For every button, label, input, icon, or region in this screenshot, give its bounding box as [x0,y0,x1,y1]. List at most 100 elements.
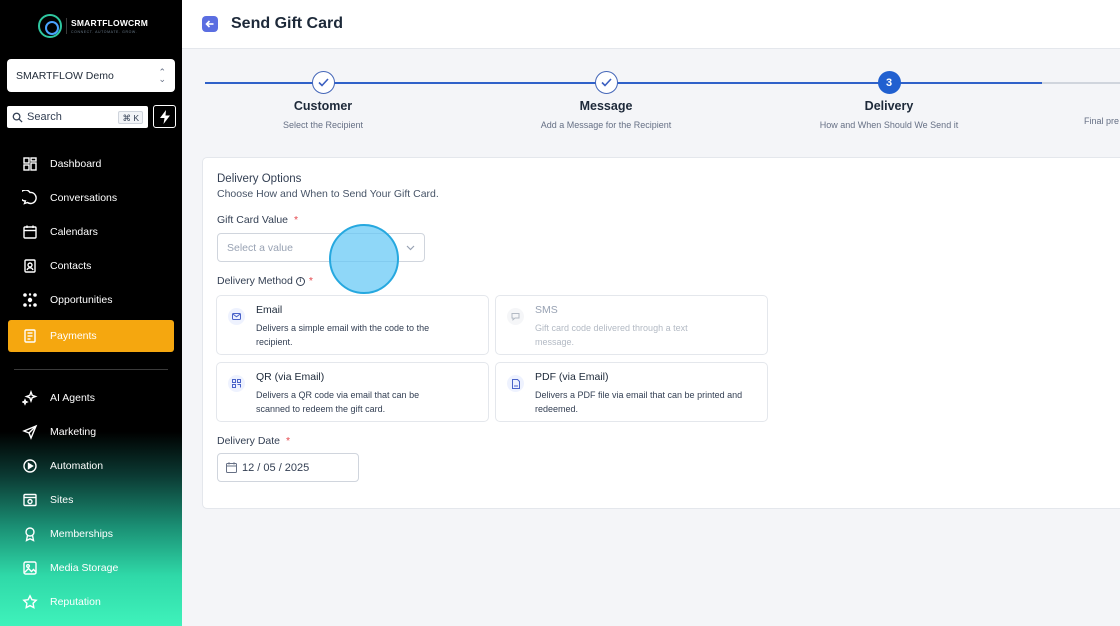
sites-icon [23,493,37,507]
check-icon [594,71,618,94]
pdf-file-icon [507,375,524,392]
click-indicator [329,224,399,294]
account-switcher[interactable]: SMARTFLOW Demo ⌃ ⌄ [7,59,175,92]
contacts-icon [24,259,36,273]
sidebar-item-automation[interactable]: Automation [8,450,174,482]
step-final[interactable]: Final pre [1084,71,1120,126]
sidebar-item-label: Memberships [50,528,114,540]
award-icon [25,527,35,542]
account-name: SMARTFLOW Demo [16,69,114,82]
send-icon [22,424,38,440]
back-button[interactable] [202,16,218,32]
sidebar-item-ai-agents[interactable]: AI Agents [8,382,174,414]
step-subtitle: How and When Should We Send it [819,120,959,130]
step-number: 3 [877,71,901,94]
sidebar-item-label: Contacts [50,260,92,272]
sidebar-item-label: Opportunities [50,294,113,306]
sidebar-item-dashboard[interactable]: Dashboard [8,148,174,180]
star-icon [22,594,38,609]
date-value: 12 / 05 / 2025 [242,461,310,474]
delivery-date-label: Delivery Date * [217,435,291,447]
sidebar-item-media-storage[interactable]: Media Storage [8,552,174,584]
delivery-method-email[interactable]: Email Delivers a simple email with the c… [216,295,489,355]
payments-icon [24,329,36,343]
delivery-method-qr[interactable]: QR (via Email) Delivers a QR code via em… [216,362,489,422]
step-subtitle: Select the Recipient [282,120,364,130]
required-marker: * [286,435,291,447]
delivery-method-label: Delivery Method i * [217,275,313,287]
page-header: Send Gift Card [182,0,1120,49]
delivery-options-card: Delivery Options Choose How and When to … [202,157,1120,509]
qr-code-icon [228,375,245,392]
step-subtitle: Add a Message for the Recipient [540,120,672,130]
sidebar-item-label: Calendars [50,226,98,238]
chevron-down-icon [406,245,415,250]
step-delivery[interactable]: 3 Delivery How and When Should We Send i… [759,71,1019,130]
method-description: Gift card code delivered through a text … [535,323,688,347]
method-description: Delivers a QR code via email that can be… [256,390,420,414]
step-title: Message [579,99,633,113]
method-title: QR (via Email) [256,371,325,383]
sidebar-item-label: Media Storage [50,562,119,574]
dashboard-icon [23,157,37,171]
brand-logo[interactable]: SMARTFLOWCRM CONNECT. AUTOMATE. GROW. [38,14,148,38]
sms-icon [507,308,524,325]
step-title: Delivery [864,99,914,113]
stepper: Customer Select the Recipient Message Ad… [182,50,1120,154]
step-title: Customer [293,99,353,113]
calendar-icon [226,462,237,473]
lightning-icon [159,109,170,124]
brand-tagline: CONNECT. AUTOMATE. GROW. [71,30,138,34]
sidebar-item-label: Marketing [50,426,97,438]
brand-name: SMARTFLOWCRM [71,18,148,28]
logo-mark-icon [38,14,62,38]
search-shortcut: ⌘ K [118,110,143,124]
search-label: Search [27,111,62,123]
info-icon[interactable]: i [295,276,305,286]
sidebar-item-conversations[interactable]: Conversations [8,182,174,214]
sidebar-item-reputation[interactable]: Reputation [8,586,174,618]
sidebar-item-sites[interactable]: Sites [8,484,174,516]
required-marker: * [308,275,313,287]
image-icon [23,561,37,575]
step-message[interactable]: Message Add a Message for the Recipient [476,71,736,130]
chevron-up-down-icon: ⌃ ⌄ [158,66,166,84]
search-input[interactable]: Search ⌘ K [7,106,148,128]
sidebar: SMARTFLOWCRM CONNECT. AUTOMATE. GROW. SM… [0,0,182,626]
step-customer[interactable]: Customer Select the Recipient [193,71,453,130]
automation-icon [23,459,37,473]
delivery-method-sms[interactable]: SMS Gift card code delivered through a t… [495,295,768,355]
chat-bubble-icon [22,190,37,205]
arrow-left-icon [205,20,214,28]
sidebar-item-label: AI Agents [50,392,95,404]
section-title: Delivery Options [217,173,302,185]
sidebar-item-opportunities[interactable]: Opportunities [8,284,174,316]
sidebar-item-label: Payments [50,330,97,342]
sidebar-item-memberships[interactable]: Memberships [8,518,174,550]
select-placeholder: Select a value [227,241,293,254]
opportunities-icon [23,293,37,307]
method-description: Delivers a PDF file via email that can b… [535,390,743,414]
delivery-date-input[interactable]: 12 / 05 / 2025 [217,453,359,482]
sidebar-item-contacts[interactable]: Contacts [8,250,174,282]
sidebar-item-label: Reputation [50,596,101,608]
mail-icon [228,308,245,325]
sidebar-item-label: Automation [50,460,104,472]
method-title: Email [256,304,283,316]
page-title: Send Gift Card [231,15,344,32]
sidebar-item-calendars[interactable]: Calendars [8,216,174,248]
sidebar-item-label: Dashboard [50,158,102,170]
sidebar-divider [14,369,168,370]
required-marker: * [294,214,299,226]
sidebar-item-marketing[interactable]: Marketing [8,416,174,448]
gift-card-value-label: Gift Card Value * [217,214,299,226]
step-subtitle: Final pre [1084,116,1120,126]
delivery-method-pdf[interactable]: PDF (via Email) Delivers a PDF file via … [495,362,768,422]
quick-actions-button[interactable] [153,105,176,128]
sidebar-item-payments[interactable]: Payments [8,320,174,352]
search-icon [12,112,23,123]
check-icon [311,71,335,94]
sidebar-item-label: Sites [50,494,74,506]
sparkle-icon [22,390,38,406]
section-subtitle: Choose How and When to Send Your Gift Ca… [217,188,439,200]
